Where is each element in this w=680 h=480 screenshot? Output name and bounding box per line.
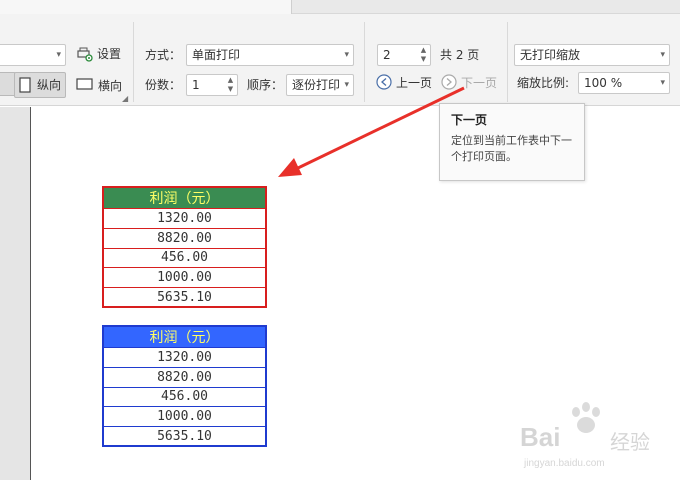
mode-label: 方式： [145,48,182,62]
table-header-row: 利润（元） [103,187,266,209]
table-header-cell: 利润（元） [103,326,266,348]
stepper-arrows-icon[interactable]: ▲ ▼ [419,46,428,64]
baidu-watermark: Bai 经验 jingyan.baidu.com [520,400,680,476]
table-row: 5635.10 [103,287,266,308]
table-header-cell: 利润（元） [103,187,266,209]
tooltip-title: 下一页 [451,113,488,127]
next-page-label: 下一页 [461,76,498,90]
portrait-button[interactable]: 纵向 [14,72,66,98]
window-top-strip [0,0,680,14]
prev-page-label: 上一页 [396,76,433,90]
table-cell: 1000.00 [103,406,266,428]
divider [133,22,134,102]
divider [364,22,365,102]
zoom-label: 缩放比例: [517,76,570,90]
paper-size-select[interactable]: ▾ [0,44,66,66]
page-number-stepper[interactable]: 2 ▲ ▼ [377,44,431,66]
chevron-down-icon: ▾ [660,50,665,60]
group-launcher-icon[interactable]: ◢ [122,94,128,103]
divider [507,22,508,102]
watermark-brand: Bai [520,422,561,452]
table-row: 1320.00 [103,208,266,229]
copies-stepper[interactable]: 1 ▲ ▼ [186,74,238,96]
chevron-down-icon: ▾ [344,50,349,60]
total-pages-label: 共 2 页 [440,48,480,62]
portrait-page-icon [19,77,31,93]
print-order-select[interactable]: 逐份打印 ▾ [286,74,354,96]
paw-logo-icon [572,402,600,433]
watermark-brand-suffix: 经验 [610,430,650,454]
chevron-down-icon: ▾ [660,78,665,88]
copies-label: 份数： [145,78,182,92]
table-cell: 456.00 [103,248,266,269]
arrow-right-circle-icon [441,74,457,90]
table-cell: 5635.10 [103,287,266,308]
profit-table-blue: 利润（元） 1320.00 8820.00 456.00 1000.00 563… [102,325,267,448]
table-row: 456.00 [103,248,266,269]
table-cell: 1320.00 [103,347,266,368]
tooltip-description: 定位到当前工作表中下一个打印页面。 [451,134,572,163]
arrow-left-circle-icon [376,74,392,90]
table-row: 456.00 [103,387,266,408]
landscape-page-icon [76,78,93,90]
print-order-value: 逐份打印 [292,78,341,92]
document-tab-area [0,0,292,14]
copies-value: 1 [192,78,200,92]
scaling-select[interactable]: 无打印缩放 ▾ [514,44,670,66]
table-row: 5635.10 [103,426,266,447]
stepper-arrows-icon[interactable]: ▲ ▼ [226,76,235,94]
table-cell: 1320.00 [103,208,266,229]
table-row: 1000.00 [103,406,266,428]
table-row: 1000.00 [103,267,266,289]
table-row: 1320.00 [103,347,266,368]
table-cell: 5635.10 [103,426,266,447]
table-header-row: 利润（元） [103,326,266,348]
landscape-label: 横向 [98,79,123,93]
print-preview-ribbon: ▾ 设置 纵向 横向 ◢ 方式： 单面打印 ▾ 份数： 1 ▲ ▼ 顺序： 逐份… [0,14,680,106]
preview-left-margin [0,107,31,480]
next-page-button[interactable]: 下一页 [441,74,501,92]
prev-page-button[interactable]: 上一页 [376,74,436,92]
table-cell: 8820.00 [103,367,266,388]
table-row: 8820.00 [103,367,266,388]
print-mode-value: 单面打印 [192,48,241,62]
table-cell: 456.00 [103,387,266,408]
table-row: 8820.00 [103,228,266,249]
settings-label: 设置 [97,47,122,61]
profit-table-red: 利润（元） 1320.00 8820.00 456.00 1000.00 563… [102,186,267,309]
order-label: 顺序： [247,78,284,92]
next-page-tooltip: 下一页 定位到当前工作表中下一个打印页面。 [439,103,585,181]
chevron-down-icon: ▾ [56,50,61,60]
zoom-select[interactable]: 100 % ▾ [578,72,670,94]
printer-settings-icon [77,47,93,62]
table-cell: 1000.00 [103,267,266,289]
page-number-value: 2 [383,48,391,62]
print-mode-select[interactable]: 单面打印 ▾ [186,44,354,66]
chevron-down-icon: ▾ [344,80,349,90]
watermark-url: jingyan.baidu.com [524,458,605,469]
table-cell: 8820.00 [103,228,266,249]
zoom-value: 100 % [584,76,623,90]
portrait-label: 纵向 [37,78,62,92]
scaling-value: 无打印缩放 [520,48,581,62]
